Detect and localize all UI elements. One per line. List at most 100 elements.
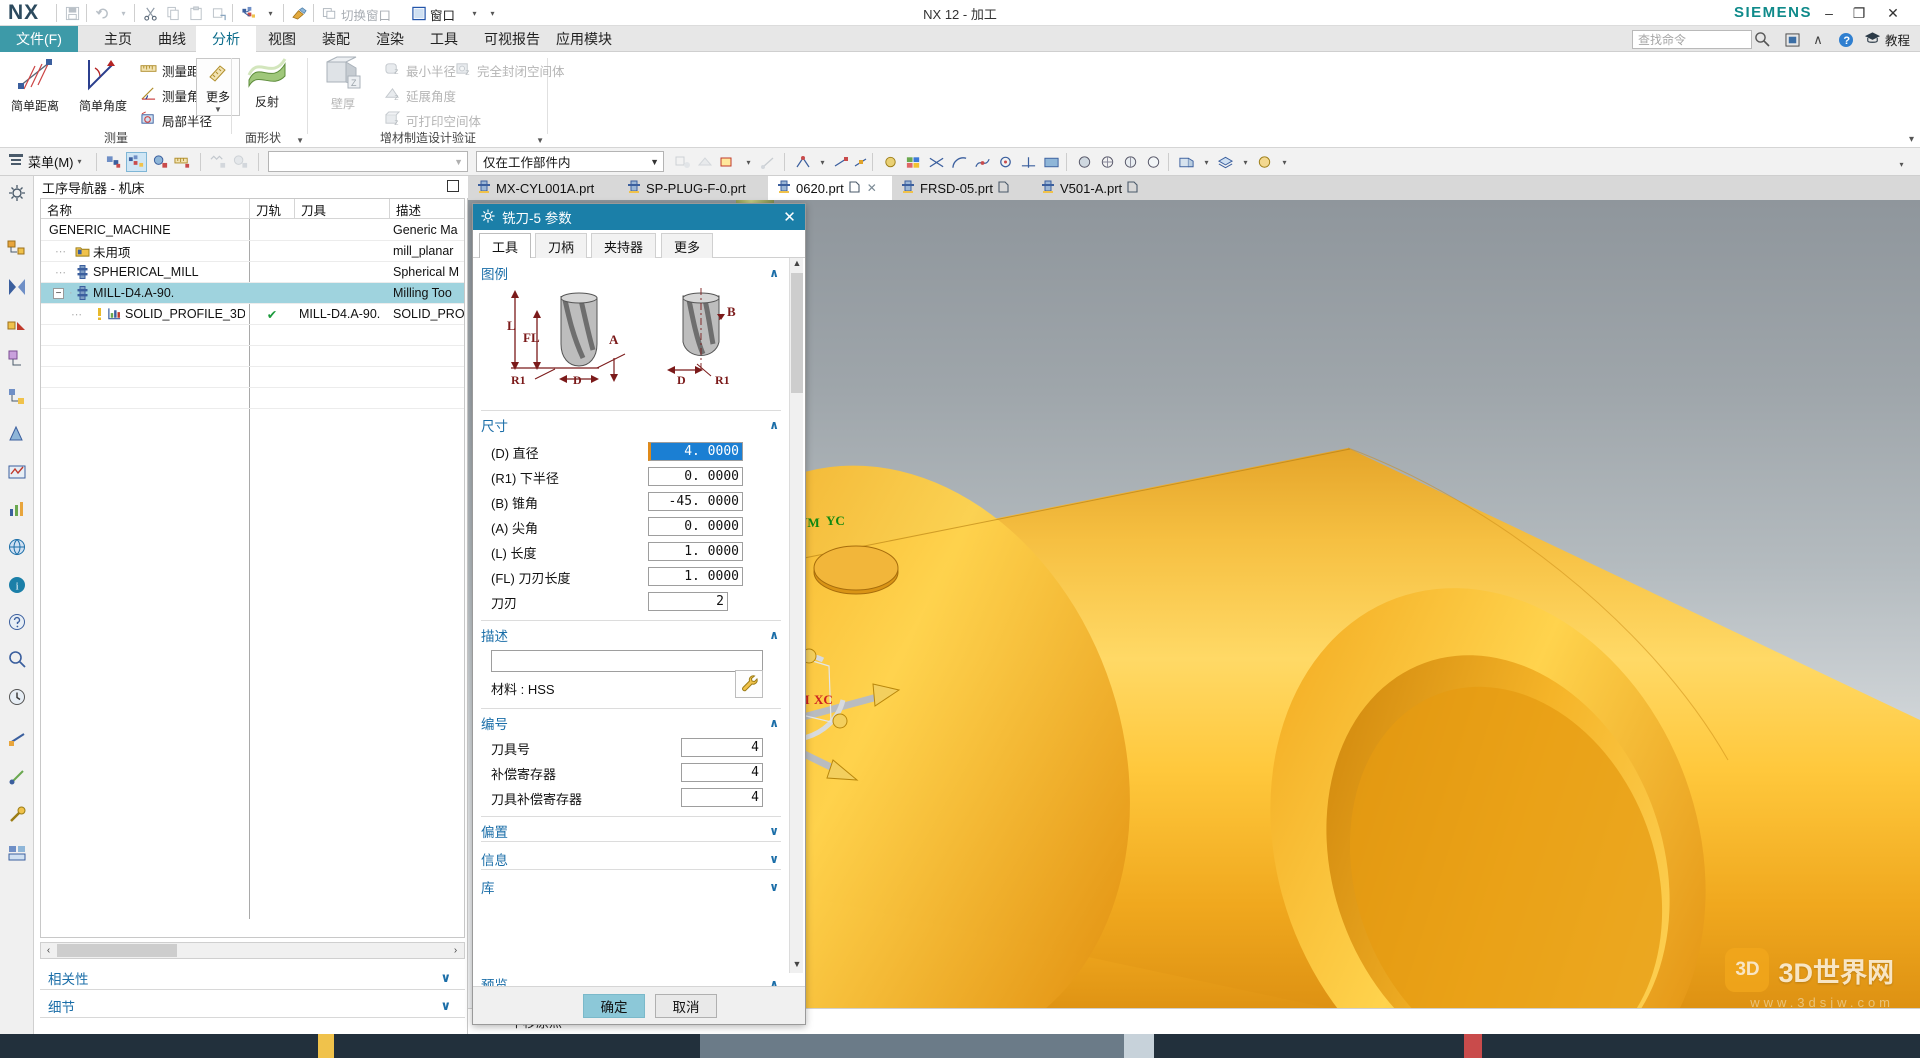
rail-info-icon[interactable]: i [4,572,30,598]
tab-tools[interactable]: 工具 [414,26,474,52]
doc-tab-v501-a[interactable]: V501-A.prt [1032,176,1168,200]
tool-compensation-register-field[interactable]: 4 [681,788,763,807]
rail-search-icon[interactable] [4,646,30,672]
chevron-up-icon[interactable]: ∧ [769,628,779,642]
close-tab-icon[interactable]: ✕ [867,181,877,195]
material-wrench-button[interactable] [735,670,763,698]
rail-tool-icon[interactable] [4,802,30,828]
dialog-scroll-thumb[interactable] [791,273,803,393]
tutorial-button[interactable]: 教程 [1864,30,1910,49]
reflection-button[interactable]: 反射 [236,56,298,118]
section-associativity[interactable]: 相关性 ∨ [40,966,465,990]
ribbon-collapse-icon[interactable]: ▾ [1909,134,1914,145]
section-numbering[interactable]: 编号 ∧ [481,712,781,734]
rail-system-navigator-icon[interactable] [4,421,30,447]
table-row[interactable]: ⋯ SOLID_PROFILE_3D ✔ MILL-D4.A-90. SOLID… [41,304,464,324]
fullscreen-icon[interactable] [1782,30,1802,49]
rail-history-icon[interactable] [4,459,30,485]
simple-angle-button[interactable]: 简单角度 [72,56,134,118]
wireframe-view-icon[interactable] [1074,152,1095,172]
tab-assembly[interactable]: 装配 [306,26,366,52]
tab-curve[interactable]: 曲线 [142,26,202,52]
create-method-icon[interactable] [172,152,193,172]
chevron-down-icon[interactable]: ∨ [769,880,779,894]
tool-number-field[interactable]: 4 [681,738,763,757]
minus-icon[interactable]: − [53,287,64,299]
column-header-name[interactable]: 名称 [41,199,250,219]
create-program-icon[interactable] [104,152,125,172]
rail-machining-icon[interactable] [4,764,30,790]
rail-help-icon[interactable] [4,609,30,635]
rail-module-icon[interactable] [4,840,30,866]
layer-settings-icon[interactable] [1215,152,1236,172]
description-input[interactable] [491,650,763,672]
menu-button[interactable]: 菜单(M) ▾ [8,151,82,172]
measure-more-caret-icon[interactable]: ▼ [214,105,222,114]
library-section[interactable]: 库 ∨ [481,876,781,898]
tab-more[interactable]: 更多 [661,233,714,258]
layer-dropdown-icon[interactable]: ▾ [1235,152,1256,172]
arc-center-icon[interactable] [949,152,970,172]
tab-tool[interactable]: 工具 [479,233,532,258]
table-row[interactable]: ⋯ SPHERICAL_MILL Spherical M [41,262,464,282]
ok-button[interactable]: 确定 [583,994,645,1018]
scroll-thumb[interactable] [57,944,177,957]
rail-part-navigator-icon[interactable] [4,309,30,335]
doc-tab-0620[interactable]: 0620.prt ✕ [768,176,892,200]
search-input[interactable]: 查找命令 [1632,30,1752,49]
snap-dropdown-icon[interactable]: ▾ [738,152,759,172]
select-filter-icon[interactable] [672,152,693,172]
tab-analysis[interactable]: 分析 [196,26,256,52]
info-section[interactable]: 信息 ∨ [481,848,781,870]
rail-chart-icon[interactable] [4,496,30,522]
dialog-title-bar[interactable]: 铣刀-5 参数 ✕ [473,204,805,230]
close-button[interactable]: ✕ [1880,2,1906,24]
intersection-snap-icon[interactable] [926,152,947,172]
chevron-down-icon[interactable]: ∨ [440,998,451,1014]
rail-settings-icon[interactable] [4,180,30,206]
section-description[interactable]: 描述 ∧ [481,624,781,646]
wall-thickness-button[interactable]: Z 壁厚 [312,56,374,118]
length-field[interactable]: 1. 0000 [648,542,743,561]
rail-reuse-library-icon[interactable] [4,346,30,372]
doc-tab-mx-cyl001a[interactable]: MX-CYL001A.prt [468,176,618,200]
rail-constraint-navigator-icon[interactable] [4,274,30,300]
edge-select-icon[interactable] [716,152,737,172]
zoom-icon[interactable] [1143,152,1164,172]
snap-point-icon[interactable] [757,152,778,172]
chevron-up-icon[interactable]: ∧ [769,716,779,730]
point-on-face-icon[interactable] [995,152,1016,172]
two-curve-icon[interactable] [1018,152,1039,172]
face-select-icon[interactable] [694,152,715,172]
create-tool-icon[interactable] [126,152,147,172]
navigator-pin-icon[interactable] [447,180,459,192]
shaded-view-icon[interactable] [1041,152,1062,172]
scroll-left-icon[interactable]: ‹ [41,945,56,956]
snap-point-group-icon[interactable] [792,152,813,172]
enclosed-volume-button[interactable]: Z 完全封闭空间体 [455,59,565,81]
column-header-description[interactable]: 描述 [390,199,464,219]
tree-horizontal-scrollbar[interactable]: ‹ › [40,942,465,959]
additive-group-caret-icon[interactable]: ▼ [536,136,544,145]
tree-twisty-collapse[interactable]: − [53,283,64,303]
verify-icon[interactable] [230,152,251,172]
selection-scope-combo[interactable]: 仅在工作部件内 ▼ [476,151,664,172]
minimize-ribbon-icon[interactable]: ∧ [1808,30,1828,49]
render-dropdown-icon[interactable]: ▾ [1274,152,1295,172]
rail-operation-navigator-icon[interactable] [4,384,30,410]
toolbar-overflow-icon[interactable]: ▾ [1891,154,1912,174]
create-geometry-icon[interactable] [150,152,171,172]
flute-length-field[interactable]: 1. 0000 [648,567,743,586]
chevron-down-icon[interactable]: ∨ [769,824,779,838]
compensation-register-field[interactable]: 4 [681,763,763,782]
min-radius-button[interactable]: Z 最小半径 [384,59,456,81]
table-row[interactable]: − · MILL-D4.A-90. Milling Too [41,283,464,303]
offset-section[interactable]: 偏置 ∨ [481,820,781,842]
selection-filter-combo[interactable]: ▼ [268,151,468,172]
section-dimensions[interactable]: 尺寸 ∧ [481,414,781,436]
tab-applications[interactable]: 应用模块 [540,26,628,52]
generate-icon[interactable] [208,152,229,172]
static-wireframe-icon[interactable] [1097,152,1118,172]
tab-file[interactable]: 文件(F) [0,26,78,52]
column-header-toolpath[interactable]: 刀轨 [250,199,295,219]
